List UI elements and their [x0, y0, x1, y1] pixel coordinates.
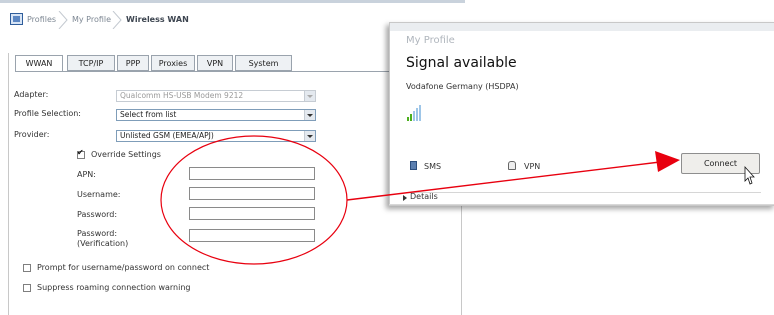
annotation-overlay — [160, 135, 755, 265]
highlight-ellipse — [160, 135, 348, 265]
annotation-arrow-line — [346, 161, 661, 201]
annotation-arrowhead — [655, 151, 680, 172]
mouse-cursor-icon — [744, 165, 755, 185]
